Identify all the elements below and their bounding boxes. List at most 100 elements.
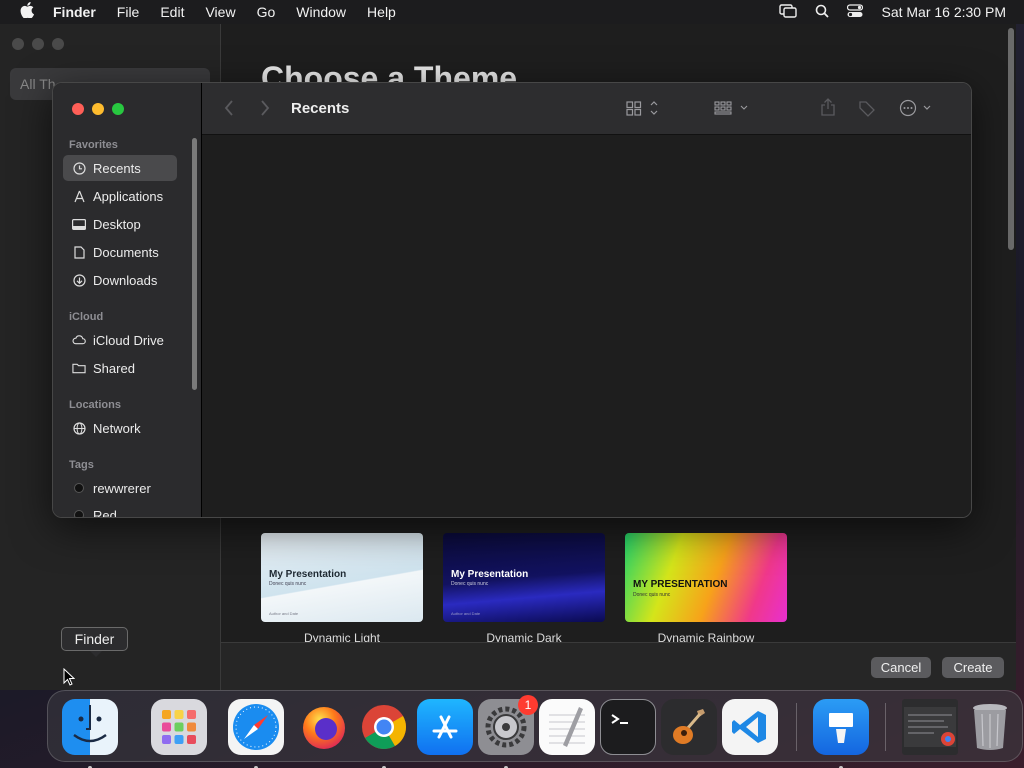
theme-category-label: All Th xyxy=(20,76,56,92)
finder-dialog: Favorites Recents Applications Desktop D… xyxy=(52,82,972,518)
clock-icon xyxy=(72,161,86,175)
menu-go[interactable]: Go xyxy=(257,4,276,20)
sidebar-item-label: Documents xyxy=(93,244,159,260)
sidebar-scrollbar[interactable] xyxy=(192,138,197,390)
guitar-icon xyxy=(661,699,717,755)
mouse-cursor-icon xyxy=(63,667,76,691)
view-mode-grid-icon[interactable] xyxy=(626,100,660,116)
tag-dot-icon xyxy=(72,510,86,517)
sidebar-item-label: Applications xyxy=(93,188,164,204)
firefox-icon xyxy=(296,699,352,755)
dock-app-store[interactable] xyxy=(411,699,479,767)
menu-view[interactable]: View xyxy=(205,4,235,20)
section-tags: Tags xyxy=(69,459,94,471)
sidebar-tag-rewwrerer[interactable]: rewwrerer xyxy=(63,475,177,501)
slide-subtitle: Donec quis nunc xyxy=(269,581,307,587)
dock-finder[interactable] xyxy=(56,699,124,768)
theme-thumbnail-dynamic-light[interactable]: My Presentation Donec quis nunc Author a… xyxy=(261,533,423,622)
sidebar-item-downloads[interactable]: Downloads xyxy=(63,267,177,293)
dock-separator xyxy=(885,703,886,751)
sidebar-item-label: rewwrerer xyxy=(93,480,151,496)
dock-chrome-window[interactable] xyxy=(896,699,964,767)
section-locations: Locations xyxy=(69,399,121,411)
dialog-footer: Cancel Create xyxy=(221,642,1016,690)
slide-title: My Presentation xyxy=(451,569,529,580)
zoom-button[interactable] xyxy=(112,103,124,115)
minimize-button[interactable] xyxy=(92,103,104,115)
sidebar-item-label: iCloud Drive xyxy=(93,332,164,348)
tag-icon[interactable] xyxy=(858,99,876,117)
shared-folder-icon xyxy=(72,362,86,374)
sidebar-item-icloud-drive[interactable]: iCloud Drive xyxy=(63,327,177,353)
forward-chevron-icon[interactable] xyxy=(260,100,270,116)
dock-safari[interactable] xyxy=(222,699,290,768)
dock-terminal[interactable] xyxy=(594,699,662,767)
section-icloud: iCloud xyxy=(69,311,104,323)
menu-datetime[interactable]: Sat Mar 16 2:30 PM xyxy=(881,4,1006,20)
dock-garageband[interactable] xyxy=(655,699,723,767)
zoom-button[interactable] xyxy=(52,38,64,50)
textedit-icon xyxy=(539,699,595,755)
menu-edit[interactable]: Edit xyxy=(160,4,184,20)
sidebar-item-label: Network xyxy=(93,420,141,436)
dock-launchpad[interactable] xyxy=(145,699,213,767)
slide-footer: Author and Date xyxy=(269,611,299,616)
minimize-button[interactable] xyxy=(32,38,44,50)
vertical-scrollbar[interactable] xyxy=(1008,28,1014,250)
back-chevron-icon[interactable] xyxy=(224,100,234,116)
menu-window[interactable]: Window xyxy=(296,4,346,20)
group-by-icon[interactable] xyxy=(714,100,750,116)
sidebar-item-recents[interactable]: Recents xyxy=(63,155,177,181)
dock-trash[interactable] xyxy=(956,699,1024,767)
slide-title: My Presentation xyxy=(269,569,347,580)
sidebar-item-network[interactable]: Network xyxy=(63,415,177,441)
menu-bar: Finder File Edit View Go Window Help Sat… xyxy=(0,0,1024,24)
window-title: Recents xyxy=(291,100,350,117)
screen-mirroring-icon[interactable] xyxy=(779,3,798,21)
cloud-icon xyxy=(72,335,86,345)
dock-separator xyxy=(796,703,797,751)
vscode-icon xyxy=(722,699,778,755)
globe-icon xyxy=(72,421,86,435)
download-icon xyxy=(72,273,86,287)
menu-help[interactable]: Help xyxy=(367,4,396,20)
close-button[interactable] xyxy=(72,103,84,115)
sidebar-item-documents[interactable]: Documents xyxy=(63,239,177,265)
sidebar-item-label: Red xyxy=(93,507,117,518)
more-actions-icon[interactable] xyxy=(899,99,935,117)
menu-file[interactable]: File xyxy=(117,4,140,20)
window-preview-icon xyxy=(902,699,958,755)
create-button[interactable]: Create xyxy=(942,657,1004,678)
slide-footer: Author and Date xyxy=(451,611,481,616)
finder-sidebar: Favorites Recents Applications Desktop D… xyxy=(53,83,202,518)
sidebar-item-label: Downloads xyxy=(93,272,158,288)
sidebar-item-shared[interactable]: Shared xyxy=(63,355,177,381)
sidebar-item-label: Recents xyxy=(93,160,141,176)
trash-icon xyxy=(962,699,1018,755)
app-store-icon xyxy=(417,699,473,755)
apple-icon[interactable] xyxy=(17,2,37,22)
sidebar-item-applications[interactable]: Applications xyxy=(63,183,177,209)
chrome-icon xyxy=(356,699,412,755)
theme-thumbnail-dynamic-dark[interactable]: My Presentation Donec quis nunc Author a… xyxy=(443,533,605,622)
dock-chrome[interactable] xyxy=(350,699,418,768)
theme-thumbnail-dynamic-rainbow[interactable]: MY PRESENTATION Donec quis nunc xyxy=(625,533,787,622)
dock-firefox[interactable] xyxy=(290,699,358,767)
safari-compass-icon xyxy=(228,699,284,755)
share-icon[interactable] xyxy=(820,98,836,116)
dock-textedit[interactable] xyxy=(533,699,601,767)
dock-system-settings[interactable]: 1 xyxy=(472,695,540,768)
dock-keynote[interactable] xyxy=(807,699,875,768)
dock-vscode[interactable] xyxy=(716,699,784,767)
desktop-icon xyxy=(72,218,86,230)
control-center-icon[interactable] xyxy=(847,3,864,21)
spotlight-search-icon[interactable] xyxy=(815,4,830,21)
close-button[interactable] xyxy=(12,38,24,50)
file-list-area[interactable] xyxy=(202,135,971,517)
cancel-button[interactable]: Cancel xyxy=(871,657,931,678)
sidebar-tag-red[interactable]: Red xyxy=(63,502,177,518)
keynote-podium-icon xyxy=(813,699,869,755)
terminal-icon xyxy=(600,699,656,755)
sidebar-item-desktop[interactable]: Desktop xyxy=(63,211,177,237)
menu-app-name[interactable]: Finder xyxy=(53,4,96,20)
